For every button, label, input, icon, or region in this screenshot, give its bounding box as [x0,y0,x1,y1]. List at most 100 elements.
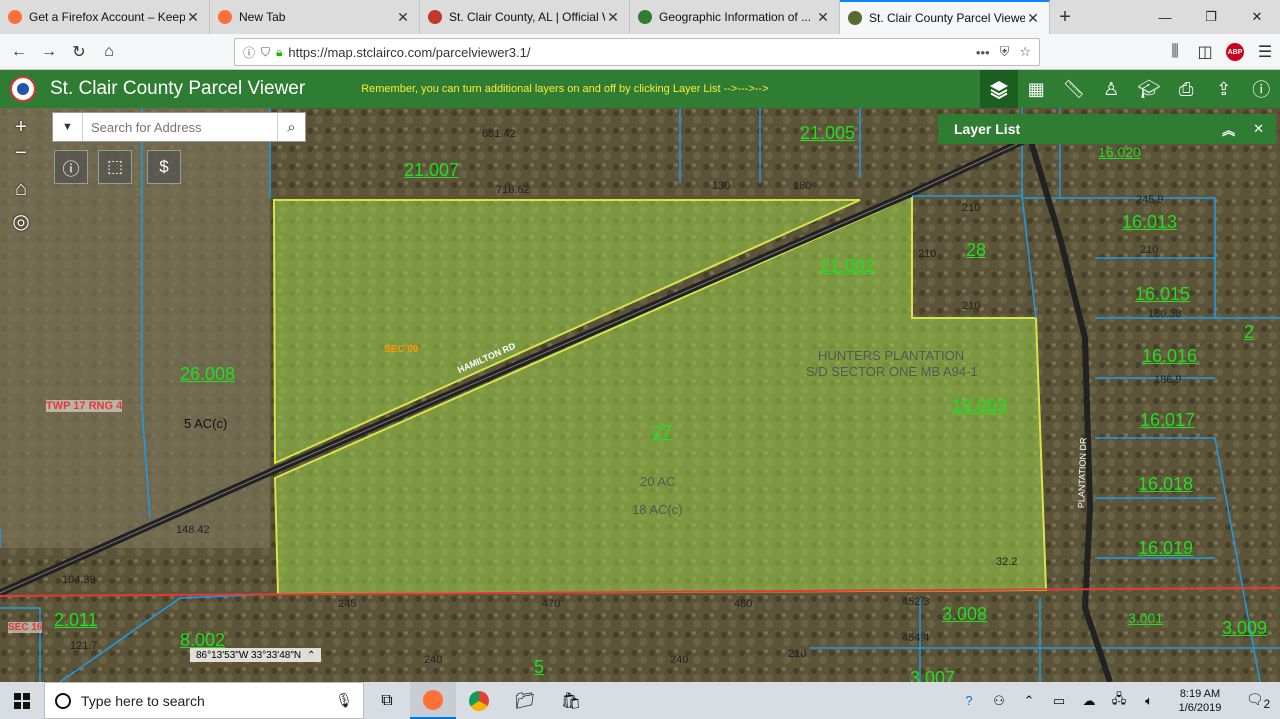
reload-icon[interactable]: ↻ [64,38,94,66]
address-search-input[interactable] [83,114,277,140]
chrome-taskbar-icon[interactable] [456,682,502,719]
share-icon[interactable]: ⇪ [1205,70,1243,108]
sidebar-icon[interactable]: ◫ [1190,38,1220,66]
cloud-icon[interactable]: ☁ [1074,693,1104,709]
taskbar-search[interactable]: Type here to search 🎙︎ [44,682,364,719]
collapse-icon[interactable]: ︽ [1222,120,1235,139]
close-window-icon[interactable]: ✕ [1234,0,1280,34]
new-tab-button[interactable]: + [1050,0,1080,34]
windows-start-icon[interactable] [0,682,44,719]
print-icon[interactable]: ⎙ [1168,70,1206,108]
parcel-label[interactable]: 21.002 [820,256,875,277]
minimize-icon[interactable]: — [1142,0,1188,34]
parcel-label[interactable]: 21.005 [800,123,855,144]
map-view[interactable]: 21.007 21.005 21.002 28 16.020 16.013 16… [0,108,1280,682]
parcel-label[interactable]: 5 [534,657,544,678]
parcel-label[interactable]: 3.008 [942,604,987,625]
info-circle-icon[interactable]: ⓘ [243,44,255,61]
tab-close-icon[interactable]: ✕ [815,9,831,26]
volume-icon[interactable]: 🔈︎ [1134,693,1164,709]
parcel-label[interactable]: 3.009 [1222,618,1267,639]
parcel-label[interactable]: 16.020 [1098,144,1141,160]
browser-tab-st-clair-official[interactable]: St. Clair County, AL | Official W ✕ [420,0,630,34]
parcel-label[interactable]: 26.008 [180,364,235,385]
parcel-label[interactable]: 2 [1244,322,1254,343]
file-explorer-icon[interactable]: 📁︎ [502,682,548,719]
notification-icon[interactable]: 🗨︎2 [1236,691,1280,711]
search-source-dropdown-icon[interactable]: ▼ [53,113,83,141]
parcel-label[interactable]: 16.003 [952,396,1007,417]
browser-tab-new-tab[interactable]: New Tab ✕ [210,0,420,34]
info-tool-icon[interactable]: ⓘ [54,150,88,184]
tab-close-icon[interactable]: ✕ [1025,10,1041,27]
layers-icon[interactable] [980,70,1018,108]
library-icon[interactable]: ⫼ [1160,38,1190,66]
dimension-label: 470 [542,598,561,610]
info-icon[interactable]: ⓘ [1243,70,1280,108]
parcel-label[interactable]: 3.007 [910,668,955,682]
home-extent-icon[interactable]: ⌂ [8,176,34,202]
parcel-label[interactable]: 2.011 [54,610,98,631]
basemap-icon[interactable]: ▦ [1018,70,1056,108]
parcel-label[interactable]: 16.013 [1122,212,1177,233]
parcel-label[interactable]: 16.016 [1142,346,1197,367]
menu-icon[interactable]: ☰ [1250,38,1280,66]
browser-tab-geographic-information[interactable]: Geographic Information of ... St ✕ [630,0,840,34]
parcel-label[interactable]: 16.015 [1135,284,1190,305]
help-icon[interactable]: ? [954,693,984,708]
browser-tab-parcel-viewer[interactable]: St. Clair County Parcel Viewer ✕ [840,0,1050,34]
page-actions-icon[interactable]: ••• [976,45,990,60]
parcel-label[interactable]: 16.017 [1140,410,1195,431]
tab-close-icon[interactable]: ✕ [185,9,201,26]
chevron-up-icon[interactable]: ⌃ [1014,693,1044,709]
parcel-label[interactable]: 27 [652,422,672,443]
system-clock[interactable]: 8:19 AM 1/6/2019 [1164,687,1236,715]
url-bar[interactable]: ⓘ ⛉ 🔒︎ https://map.stclairco.com/parcelv… [234,38,1040,66]
system-tray: ? ⚇ ⌃ ▭ ☁ 🖧︎ 🔈︎ 8:19 AM 1/6/2019 🗨︎2 [954,682,1280,719]
locate-icon[interactable]: ◎ [8,208,34,234]
search-icon[interactable]: ⌕ [277,113,305,141]
home-icon[interactable]: ⌂ [94,38,124,66]
adblock-plus-icon[interactable]: ABP [1220,38,1250,66]
microphone-icon[interactable]: 🎙︎ [335,692,353,709]
tab-close-icon[interactable]: ✕ [395,9,411,26]
dimension-label: 716.62 [496,184,530,196]
plus-icon: + [1059,5,1071,28]
parcel-label[interactable]: 28 [966,240,986,261]
parcel-label[interactable]: 21.007 [404,160,459,181]
parcel-label[interactable]: 16.018 [1138,474,1193,495]
back-icon[interactable]: ← [4,38,34,66]
pocket-icon[interactable]: ⛨ [1000,44,1010,60]
identify-person-icon[interactable]: ♙ [1093,70,1131,108]
bookmark-star-icon[interactable]: ☆ [1019,44,1031,60]
store-icon[interactable]: 🛍︎ [548,682,594,719]
lock-icon[interactable]: 🔒︎ [276,45,282,60]
chevron-up-icon[interactable]: ⌃ [307,650,315,661]
tab-close-icon[interactable]: ✕ [605,9,621,26]
education-icon[interactable]: 🎓︎ [1130,70,1168,108]
tracking-shield-icon[interactable]: ⛉ [261,45,270,60]
url-text[interactable]: https://map.stclairco.com/parcelviewer3.… [288,45,966,60]
dimension-label: 240 [424,654,443,666]
township-label: TWP 17 RNG 4 [46,400,123,412]
forward-icon[interactable]: → [34,38,64,66]
zoom-in-icon[interactable]: + [8,114,34,140]
clock-date: 1/6/2019 [1178,701,1222,714]
parcel-label[interactable]: 16.019 [1138,538,1193,559]
restore-icon[interactable]: ❐ [1188,0,1234,34]
browser-tab-firefox-account[interactable]: Get a Firefox Account – Keep yo ✕ [0,0,210,34]
network-icon[interactable]: 🖧︎ [1104,690,1134,712]
subdivision-label: HUNTERS PLANTATION [818,348,965,363]
parcel-label[interactable]: 3.001 [1128,610,1163,626]
browser-nav-bar: ← → ↻ ⌂ ⓘ ⛉ 🔒︎ https://map.stclairco.com… [0,34,1280,70]
select-parcel-icon[interactable]: ⬚ [98,150,132,184]
task-view-icon[interactable]: ⧉ [364,682,410,719]
people-icon[interactable]: ⚇ [984,693,1014,709]
battery-icon[interactable]: ▭ [1044,693,1074,709]
dollar-sign-icon[interactable]: $ [147,150,181,184]
firefox-taskbar-icon[interactable] [410,682,456,719]
measure-icon[interactable]: 📏︎ [1055,70,1093,108]
dimension-label: 240 [670,654,689,666]
zoom-out-icon[interactable]: − [8,140,34,166]
close-panel-icon[interactable]: ✕ [1253,121,1264,137]
